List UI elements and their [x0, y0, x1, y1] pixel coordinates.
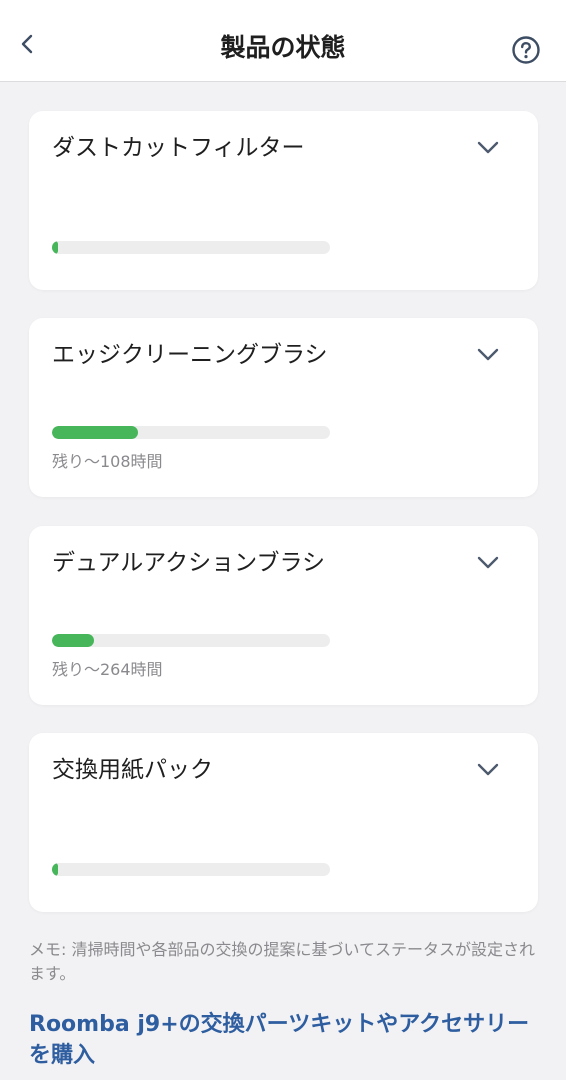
chevron-down-icon[interactable]	[475, 135, 501, 161]
card-title: 交換用紙パック	[52, 757, 213, 783]
card-title: デュアルアクションブラシ	[52, 550, 326, 576]
status-card-edge-cleaning-brush[interactable]: エッジクリーニングブラシ 残り〜108時間	[29, 318, 538, 497]
help-button[interactable]	[506, 30, 546, 70]
chevron-down-icon[interactable]	[475, 757, 501, 783]
buy-parts-link[interactable]: Roomba j9+の交換パーツキットやアクセサリーを購入	[29, 1009, 539, 1071]
progress-bar-track	[52, 241, 330, 254]
card-title: エッジクリーニングブラシ	[52, 342, 328, 368]
page-title: 製品の状態	[220, 33, 346, 62]
progress-bar-fill	[52, 241, 58, 254]
memo-text: メモ: 清掃時間や各部品の交換の提案に基づいてステータスが設定されます。	[29, 940, 535, 983]
question-circle-icon	[512, 36, 540, 64]
progress-bar-fill	[52, 634, 94, 647]
remaining-time: 残り〜264時間	[52, 660, 163, 679]
status-card-paper-bag[interactable]: 交換用紙パック	[29, 733, 538, 912]
status-card-dust-cut-filter[interactable]: ダストカットフィルター	[29, 111, 538, 290]
chevron-down-icon[interactable]	[475, 342, 501, 368]
remaining-time: 残り〜108時間	[52, 452, 163, 471]
top-bar: 製品の状態	[0, 0, 566, 82]
progress-bar-track	[52, 426, 330, 439]
progress-bar-fill	[52, 426, 139, 439]
progress-bar-track	[52, 634, 330, 647]
progress-bar-fill	[52, 863, 58, 876]
status-card-dual-action-brush[interactable]: デュアルアクションブラシ 残り〜264時間	[29, 526, 538, 705]
card-title: ダストカットフィルター	[52, 135, 305, 161]
chevron-down-icon[interactable]	[475, 550, 501, 576]
progress-bar-track	[52, 863, 330, 876]
